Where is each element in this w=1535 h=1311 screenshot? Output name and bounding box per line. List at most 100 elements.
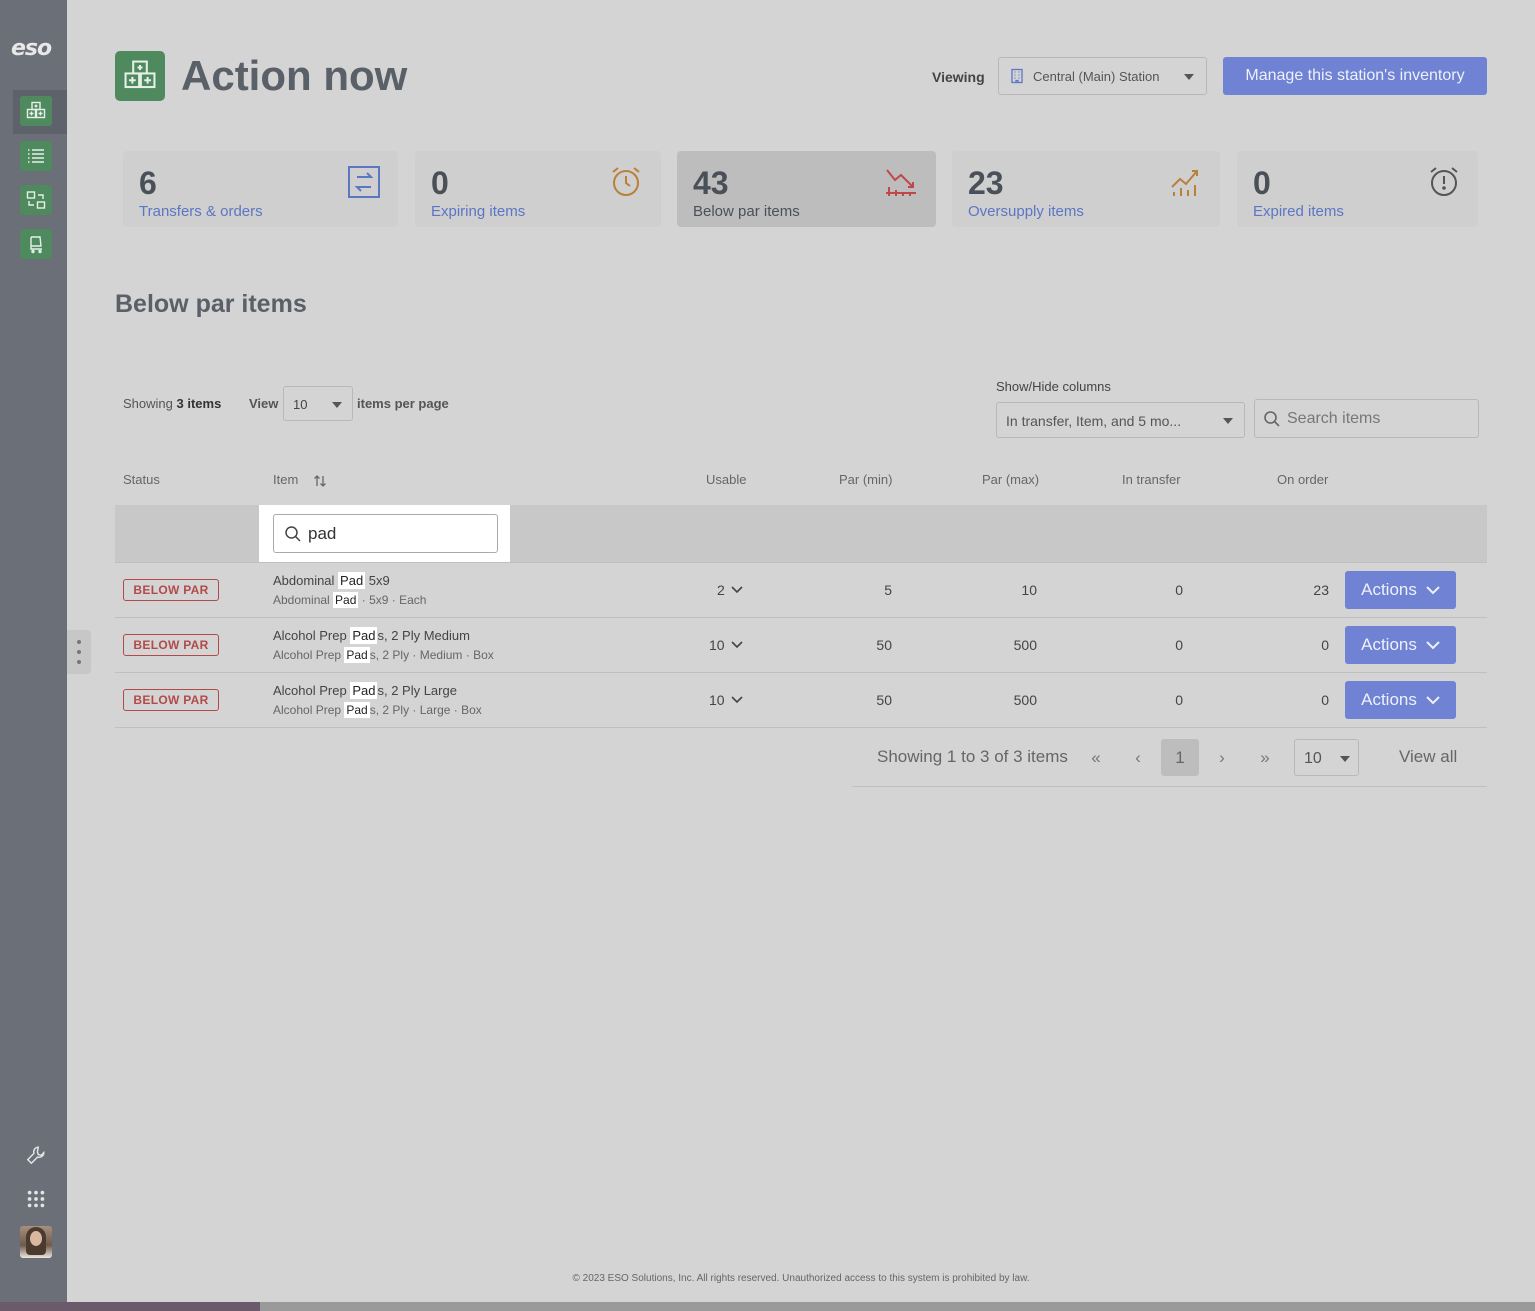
- stat-value: 0: [1253, 165, 1271, 201]
- first-page-button[interactable]: «: [1077, 739, 1115, 776]
- column-header-status: Status: [123, 472, 160, 487]
- in-transfer-value: 0: [1175, 582, 1183, 598]
- view-label: View: [249, 396, 279, 411]
- page-button-current[interactable]: 1: [1161, 739, 1199, 776]
- search-icon: [285, 525, 301, 542]
- stat-card-transfers[interactable]: 6 Transfers & orders: [123, 151, 398, 227]
- on-order-value: 0: [1321, 692, 1329, 708]
- alarm-alert-icon: [1430, 167, 1458, 196]
- user-avatar[interactable]: [20, 1226, 52, 1258]
- per-page-label: items per page: [357, 396, 449, 411]
- columns-select[interactable]: In transfer, Item, and 5 mo...: [996, 402, 1245, 438]
- trend-up-icon: [1171, 170, 1198, 196]
- chevron-down-icon: [731, 641, 743, 649]
- chevron-down-icon: [731, 696, 743, 704]
- nav-inventory-list[interactable]: [20, 141, 52, 171]
- par-min-value: 50: [876, 637, 892, 653]
- eso-logo: eso: [11, 36, 52, 61]
- item-details: Alcohol Prep Pad s, 2 Ply · Medium · Box: [273, 647, 494, 663]
- medical-grid-icon: [124, 60, 156, 89]
- nav-transfers[interactable]: [20, 185, 52, 215]
- in-transfer-value: 0: [1175, 692, 1183, 708]
- par-max-value: 500: [1013, 637, 1037, 653]
- status-badge: BELOW PAR: [123, 634, 219, 656]
- sidebar: eso: [0, 0, 67, 1311]
- chevron-down-icon: [1426, 695, 1440, 704]
- stat-label: Oversupply items: [968, 203, 1084, 220]
- building-icon: [1011, 68, 1023, 84]
- par-min-value: 50: [876, 692, 892, 708]
- actions-button[interactable]: Actions: [1345, 571, 1456, 609]
- viewing-label: Viewing: [932, 69, 985, 85]
- nav-action-now[interactable]: [20, 96, 52, 126]
- cart-icon: [30, 236, 42, 254]
- item-details: Abdominal Pad · 5x9 · Each: [273, 592, 427, 608]
- chevron-down-icon: [1340, 756, 1350, 762]
- column-header-item[interactable]: Item: [273, 472, 298, 487]
- view-all-link[interactable]: View all: [1399, 747, 1457, 767]
- on-order-value: 0: [1321, 637, 1329, 653]
- in-transfer-value: 0: [1175, 637, 1183, 653]
- stat-card-oversupply[interactable]: 23 Oversupply items: [952, 151, 1220, 227]
- status-badge: BELOW PAR: [123, 689, 219, 711]
- actions-button[interactable]: Actions: [1345, 681, 1456, 719]
- stat-label: Expiring items: [431, 203, 526, 220]
- vertical-dots-icon: [77, 640, 81, 664]
- per-page-select[interactable]: 10: [283, 386, 353, 421]
- pagination-summary: Showing 1 to 3 of 3 items: [877, 747, 1068, 766]
- manage-inventory-button[interactable]: Manage this station's inventory: [1223, 57, 1487, 95]
- actions-button[interactable]: Actions: [1345, 626, 1456, 664]
- item-filter-input[interactable]: pad: [273, 514, 498, 553]
- search-items[interactable]: [1254, 399, 1479, 438]
- chevron-down-icon: [1426, 585, 1440, 594]
- next-page-button[interactable]: ›: [1203, 739, 1241, 776]
- par-max-value: 500: [1013, 692, 1037, 708]
- sidebar-collapse-handle[interactable]: [67, 630, 91, 674]
- item-filter-value: pad: [308, 523, 337, 543]
- column-header-par-max: Par (max): [982, 472, 1040, 487]
- on-order-value: 23: [1313, 582, 1329, 598]
- chevron-down-icon: [1223, 418, 1233, 424]
- medical-grid-icon: [26, 101, 46, 119]
- chevron-down-icon: [1184, 74, 1194, 80]
- section-title: Below par items: [115, 290, 307, 318]
- prev-page-button[interactable]: ‹: [1119, 739, 1157, 776]
- search-input[interactable]: [1287, 409, 1467, 428]
- usable-dropdown[interactable]: 2: [717, 582, 743, 598]
- alarm-clock-icon: [612, 167, 640, 196]
- usable-dropdown[interactable]: 10: [709, 637, 743, 653]
- item-name[interactable]: Alcohol Prep Pad s, 2 Ply Medium: [273, 627, 470, 644]
- stat-card-below-par[interactable]: 43 Below par items: [677, 151, 936, 227]
- station-select[interactable]: Central (Main) Station: [998, 57, 1207, 95]
- par-max-value: 10: [1021, 582, 1037, 598]
- stat-value: 23: [968, 165, 1004, 201]
- page-size-select[interactable]: 10: [1294, 739, 1359, 776]
- status-badge: BELOW PAR: [123, 579, 219, 601]
- stat-card-expiring[interactable]: 0 Expiring items: [415, 151, 661, 227]
- stat-card-expired[interactable]: 0 Expired items: [1237, 151, 1478, 227]
- usable-dropdown[interactable]: 10: [709, 692, 743, 708]
- apps-launcher[interactable]: [22, 1185, 50, 1213]
- stat-label: Below par items: [693, 203, 800, 220]
- stat-value: 43: [693, 165, 729, 201]
- wrench-icon: [26, 1146, 45, 1165]
- chevron-down-icon: [1426, 640, 1440, 649]
- last-page-button[interactable]: »: [1246, 739, 1284, 776]
- stat-label: Expired items: [1253, 203, 1344, 220]
- settings-tool[interactable]: [22, 1141, 50, 1169]
- stat-value: 6: [139, 165, 157, 201]
- columns-label: Show/Hide columns: [996, 379, 1111, 394]
- taskbar-strip: [0, 1302, 1535, 1311]
- transfer-icon: [26, 191, 46, 209]
- chevron-down-icon: [731, 586, 743, 594]
- item-name[interactable]: Abdominal Pad 5x9: [273, 572, 390, 589]
- page-title: Action now: [181, 52, 408, 99]
- sort-icon[interactable]: [313, 474, 327, 488]
- stat-label: Transfers & orders: [139, 203, 263, 220]
- stat-value: 0: [431, 165, 449, 201]
- trend-down-icon: [886, 169, 916, 196]
- item-name[interactable]: Alcohol Prep Pad s, 2 Ply Large: [273, 682, 457, 699]
- nav-orders[interactable]: [20, 229, 52, 259]
- column-header-on-order: On order: [1277, 472, 1329, 487]
- column-header-usable: Usable: [706, 472, 747, 487]
